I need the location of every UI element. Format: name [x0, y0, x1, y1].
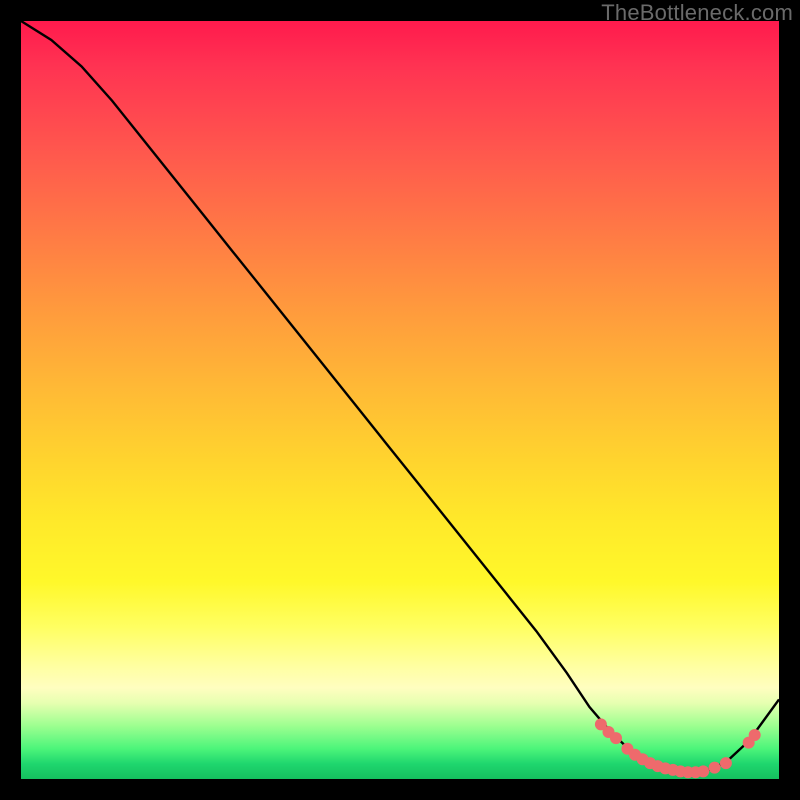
highlight-dot [709, 762, 720, 773]
watermark-text: TheBottleneck.com [601, 0, 793, 26]
bottleneck-curve [21, 21, 779, 772]
highlight-dot [611, 733, 622, 744]
highlight-dots [595, 719, 760, 778]
highlight-dot [698, 766, 709, 777]
highlight-dot [720, 758, 731, 769]
highlight-dot [749, 730, 760, 741]
chart-svg [21, 21, 779, 779]
chart-area [21, 21, 779, 779]
